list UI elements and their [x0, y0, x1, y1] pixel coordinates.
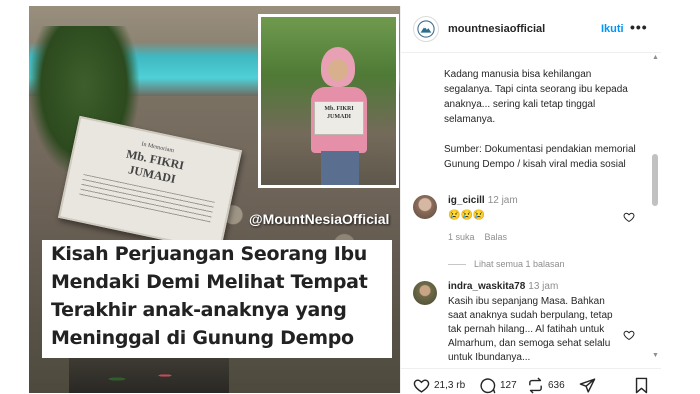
post-image[interactable]: In Memoriam Mb. FIKRI JUMADI Mb. FIKRI J…	[29, 6, 400, 393]
post-header: mountnesiaofficial Ikuti •••	[401, 6, 661, 53]
comment-time: 13 jam	[528, 281, 559, 292]
comment-text: 😢😢😢	[448, 210, 486, 221]
comment-like-heart-icon[interactable]	[623, 211, 635, 223]
held-plaque: Mb. FIKRI JUMADI	[314, 101, 364, 135]
like-button[interactable]: 21,3 rb	[413, 377, 465, 394]
comment-header: ig_cicill 12 jam	[448, 195, 518, 206]
watermark: @MountNesiaOfficial	[249, 211, 390, 227]
post-caption: Kadang manusia bisa kehilangan segalanya…	[444, 67, 639, 187]
scroll-thumb[interactable]	[652, 154, 658, 206]
headline-line: Kisah Perjuangan Seorang Ibu	[51, 243, 367, 265]
save-button[interactable]	[633, 377, 654, 394]
caption-paragraph: Kadang manusia bisa kehilangan segalanya…	[444, 69, 628, 125]
post-actions-bar: 21,3 rb 127 636	[401, 368, 661, 394]
held-plaque-line1: Mb. FIKRI	[324, 106, 354, 112]
inset-photo-mother: Mb. FIKRI JUMADI	[258, 14, 399, 188]
headline-box: Kisah Perjuangan Seorang Ibu Mendaki Dem…	[42, 240, 392, 358]
comment-like-heart-icon[interactable]	[623, 329, 635, 341]
scroll-up-arrow-icon[interactable]: ▲	[652, 54, 659, 61]
comment-meta: 1 suka Balas	[448, 232, 517, 242]
reply-button[interactable]: Balas	[485, 232, 508, 242]
headline-line: Mendaki Demi Melihat Tempat	[51, 271, 368, 293]
caption-source: Sumber: Dokumentasi pendakian memorial G…	[444, 144, 636, 170]
comment-count: 127	[500, 380, 517, 391]
comments-scrollbar[interactable]: ▲ ▼	[651, 54, 659, 362]
comment-bubble-icon	[480, 378, 496, 394]
comment-text: Kasih ibu sepanjang Masa. Bahkan saat an…	[448, 296, 613, 363]
comment-header: indra_waskita78 13 jam	[448, 281, 558, 292]
heart-icon	[413, 379, 430, 393]
commenter-username[interactable]: indra_waskita78	[448, 281, 525, 292]
paper-plane-icon	[579, 378, 596, 393]
headline-line: Terakhir anak-anaknya yang	[51, 299, 347, 321]
replies-divider-line	[448, 264, 466, 266]
repost-count: 636	[548, 380, 565, 391]
profile-avatar[interactable]	[413, 16, 439, 42]
jeans	[321, 151, 359, 185]
mountain-logo-icon	[417, 20, 435, 38]
commenter-avatar[interactable]	[413, 195, 437, 219]
instagram-post-modal: In Memoriam Mb. FIKRI JUMADI Mb. FIKRI J…	[29, 6, 661, 394]
scroll-down-arrow-icon[interactable]: ▼	[652, 352, 659, 359]
follow-button[interactable]: Ikuti	[601, 23, 624, 35]
like-count: 21,3 rb	[434, 380, 466, 391]
comment-time: 12 jam	[487, 195, 518, 206]
hikers-photo-strip	[69, 358, 229, 393]
headline-line: Meninggal di Gunung Dempo	[51, 327, 354, 349]
comment-likes[interactable]: 1 suka	[448, 232, 475, 242]
bookmark-icon	[635, 377, 648, 394]
face	[328, 59, 348, 81]
held-plaque-line2: JUMADI	[327, 114, 351, 120]
post-side-panel: mountnesiaofficial Ikuti ••• Kadang manu…	[400, 6, 661, 394]
commenter-avatar[interactable]	[413, 281, 437, 305]
view-replies-label: Lihat semua 1 balasan	[474, 259, 565, 269]
commenter-username[interactable]: ig_cicill	[448, 195, 485, 206]
view-replies-button[interactable]: Lihat semua 1 balasan	[448, 259, 565, 269]
repost-button[interactable]: 636	[527, 377, 565, 394]
comment-button[interactable]: 127	[479, 377, 517, 394]
repost-icon	[529, 377, 542, 394]
more-options-icon[interactable]: •••	[630, 19, 648, 35]
username-link[interactable]: mountnesiaofficial	[448, 23, 545, 35]
share-button[interactable]	[579, 377, 600, 394]
